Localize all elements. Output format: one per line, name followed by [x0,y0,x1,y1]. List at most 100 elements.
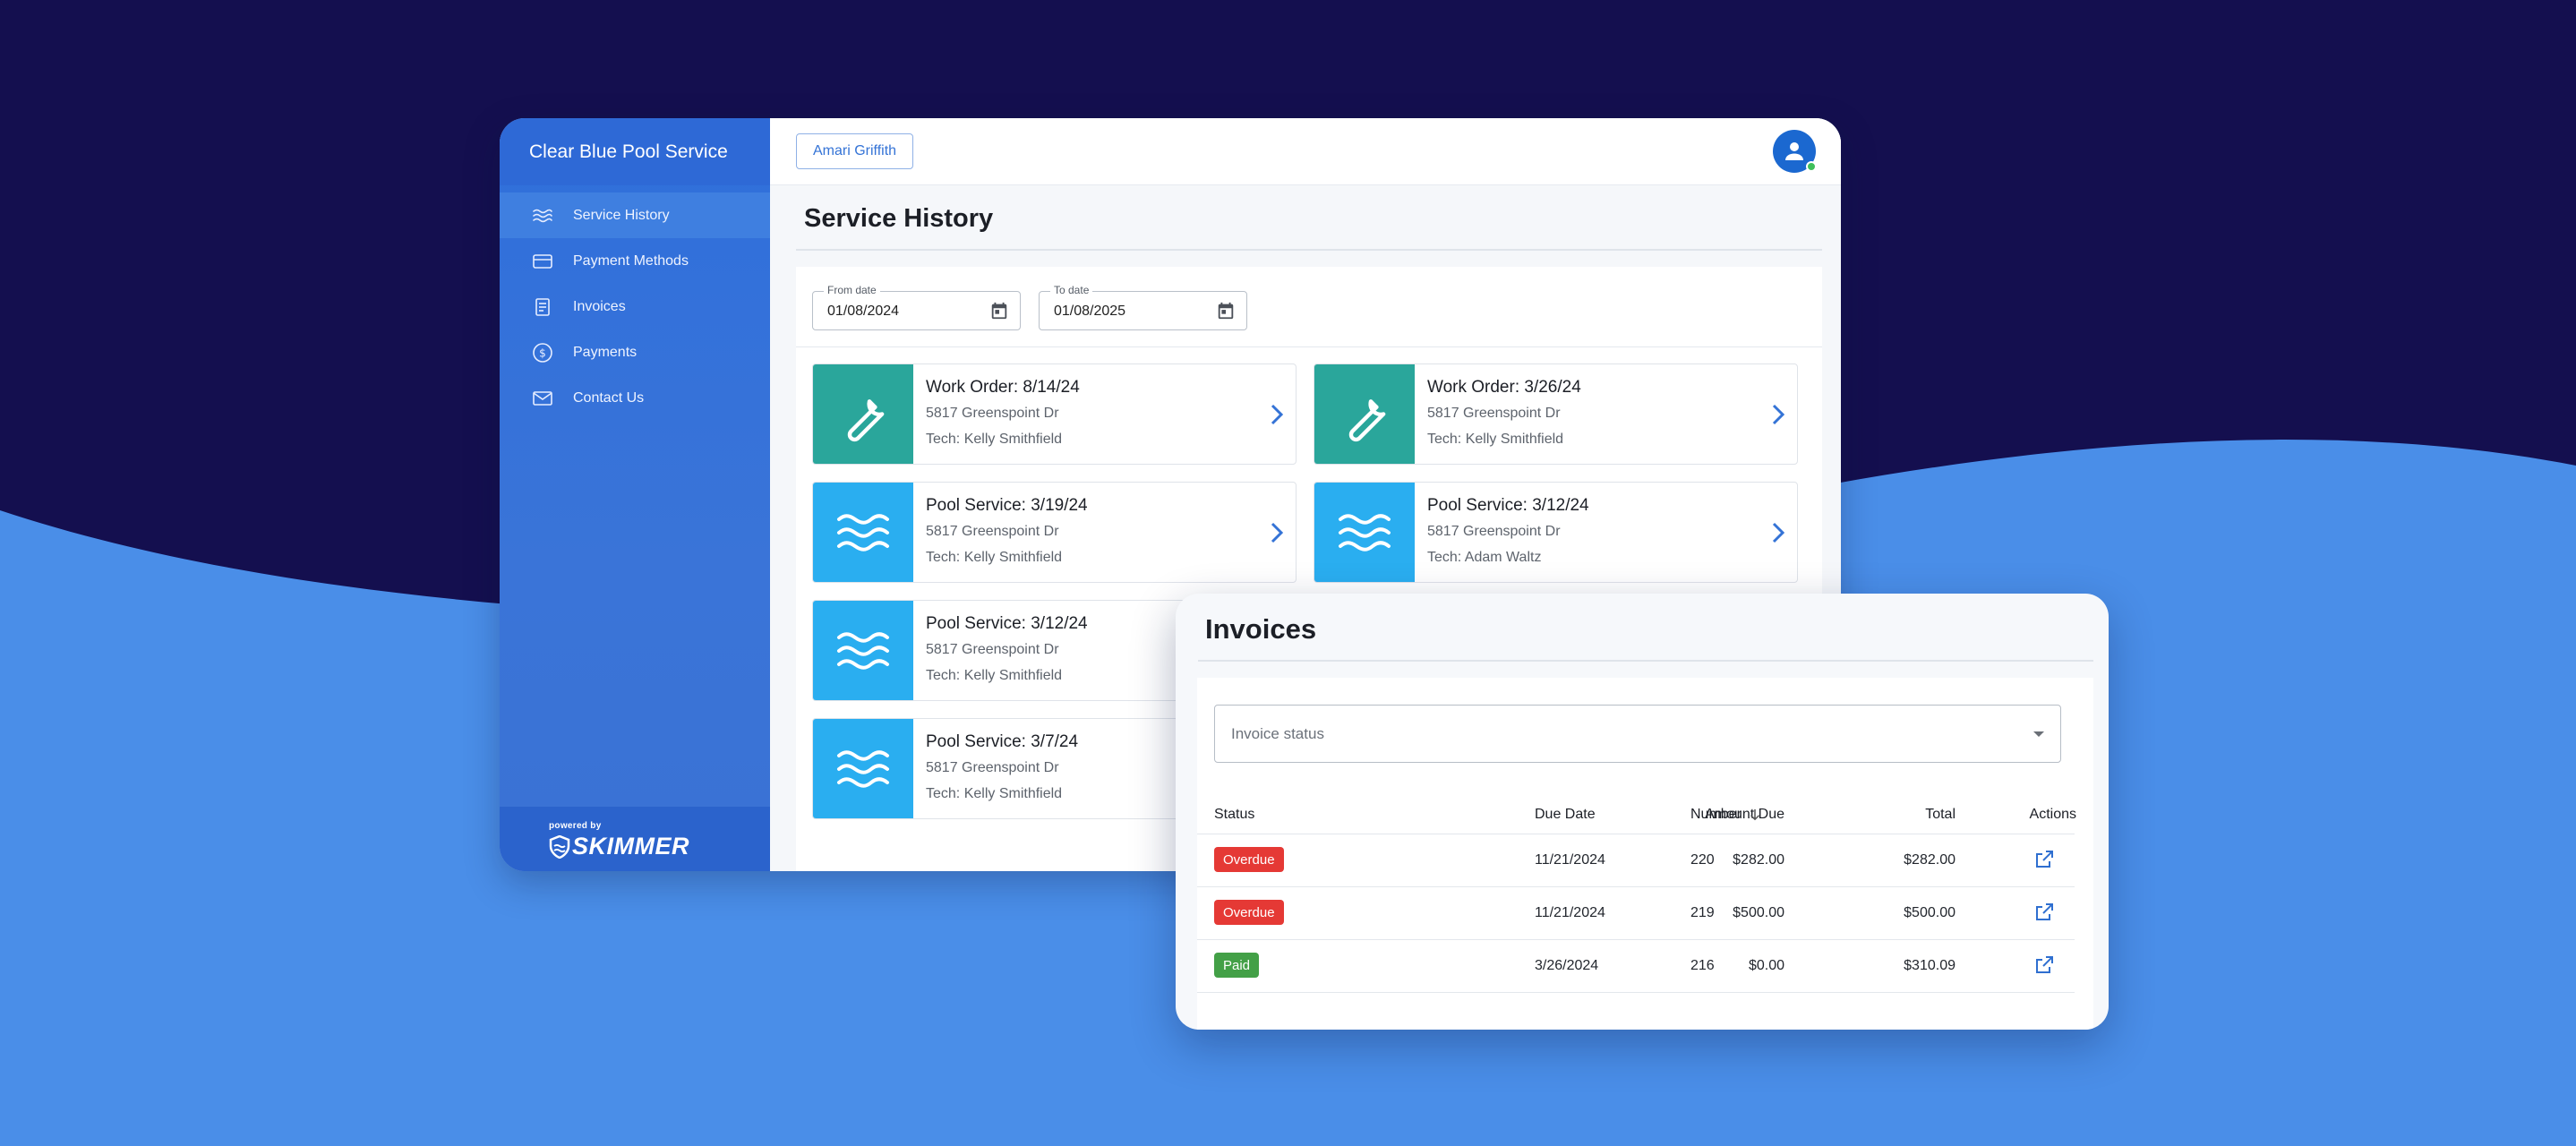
sidebar-item-service-history[interactable]: Service History [500,192,770,238]
column-header-total[interactable]: Total [1925,807,1956,823]
card-tech: Tech: Kelly Smithfield [926,786,1062,802]
sidebar: Clear Blue Pool Service Service History … [500,118,770,871]
row-divider [1197,939,2075,940]
service-card[interactable]: Work Order: 8/14/24 5817 Greenspoint Dr … [812,363,1297,465]
sidebar-item-label: Service History [573,208,670,224]
svg-text:$: $ [539,346,546,359]
invoices-table-container: Invoice status Status Amount Due Due Dat… [1197,678,2093,1030]
sidebar-item-payment-methods[interactable]: Payment Methods [500,238,770,284]
document-icon [532,296,553,318]
waves-icon [813,719,913,818]
wrench-icon [813,364,913,464]
sidebar-nav: Service History Payment Methods Invoices… [500,192,770,421]
number-cell: 216 [1690,958,1715,974]
total-cell: $500.00 [1904,905,1956,921]
number-cell: 220 [1690,852,1715,868]
open-in-new-icon[interactable] [2033,954,2055,976]
to-date-field[interactable]: To date 01/08/2025 [1039,291,1247,330]
waves-icon [813,483,913,582]
card-tech: Tech: Kelly Smithfield [1427,432,1563,448]
wrench-icon [1314,364,1415,464]
card-address: 5817 Greenspoint Dr [926,760,1059,776]
card-address: 5817 Greenspoint Dr [926,406,1059,422]
sidebar-item-payments[interactable]: $ Payments [500,329,770,375]
from-date-label: From date [824,284,880,296]
invoices-panel: Invoices Invoice status Status Amount Du… [1176,594,2109,1030]
waves-icon [1314,483,1415,582]
customer-name-button[interactable]: Amari Griffith [796,133,913,169]
calendar-icon[interactable] [1216,301,1236,321]
amount-due-cell: $500.00 [1733,905,1784,921]
card-tech: Tech: Kelly Smithfield [926,668,1062,684]
column-header-status[interactable]: Status [1214,807,1254,823]
caret-down-icon [2033,731,2044,737]
card-address: 5817 Greenspoint Dr [1427,524,1561,540]
card-address: 5817 Greenspoint Dr [926,642,1059,658]
sidebar-item-label: Payments [573,345,637,361]
invoice-status-select[interactable]: Invoice status [1214,705,2061,763]
card-title: Work Order: 3/26/24 [1427,378,1581,398]
amount-due-cell: $0.00 [1749,958,1784,974]
to-date-label: To date [1050,284,1092,296]
due-date-cell: 3/26/2024 [1535,958,1598,974]
status-badge: Paid [1214,953,1259,978]
dollar-circle-icon: $ [532,342,553,363]
card-tech: Tech: Adam Waltz [1427,550,1541,566]
service-card[interactable]: Work Order: 3/26/24 5817 Greenspoint Dr … [1314,363,1798,465]
divider [796,346,1822,347]
shield-icon [549,835,570,859]
sidebar-item-label: Invoices [573,299,626,315]
invoices-title: Invoices [1205,613,1316,646]
card-title: Pool Service: 3/12/24 [1427,496,1589,516]
service-card[interactable]: Pool Service: 3/19/24 5817 Greenspoint D… [812,482,1297,583]
status-badge: Overdue [1214,900,1284,925]
amount-due-cell: $282.00 [1733,852,1784,868]
credit-card-icon [532,251,553,272]
sidebar-item-contact-us[interactable]: Contact Us [500,375,770,421]
card-title: Pool Service: 3/12/24 [926,614,1088,634]
card-tech: Tech: Kelly Smithfield [926,550,1062,566]
from-date-field[interactable]: From date 01/08/2024 [812,291,1021,330]
card-address: 5817 Greenspoint Dr [1427,406,1561,422]
sidebar-item-invoices[interactable]: Invoices [500,284,770,329]
card-title: Pool Service: 3/19/24 [926,496,1088,516]
powered-by-text: powered by [549,821,770,831]
from-date-value: 01/08/2024 [827,304,899,320]
skimmer-logo: SKIMMER [549,833,770,860]
row-divider [1197,886,2075,887]
online-status-dot [1806,161,1817,172]
chevron-right-icon [1770,520,1786,545]
top-bar: Amari Griffith [770,118,1841,185]
card-tech: Tech: Kelly Smithfield [926,432,1062,448]
sidebar-item-label: Contact Us [573,390,644,406]
column-header-number[interactable]: Number [1690,807,1763,823]
calendar-icon[interactable] [989,301,1009,321]
card-address: 5817 Greenspoint Dr [926,524,1059,540]
arrow-down-icon [1747,807,1763,823]
powered-by-footer: powered by SKIMMER [500,807,770,871]
column-header-number-label: Number [1690,807,1742,823]
row-divider [1197,992,2075,993]
waves-icon [532,205,553,227]
divider [1198,660,2093,662]
divider [796,249,1822,251]
card-title: Work Order: 8/14/24 [926,378,1080,398]
sidebar-item-label: Payment Methods [573,253,689,269]
page-title: Service History [804,204,993,234]
chevron-right-icon [1269,520,1285,545]
open-in-new-icon[interactable] [2033,902,2055,923]
invoice-status-placeholder: Invoice status [1231,725,1324,743]
total-cell: $310.09 [1904,958,1956,974]
mail-icon [532,388,553,409]
status-badge: Overdue [1214,847,1284,872]
brand-name: Clear Blue Pool Service [500,118,770,185]
skimmer-wordmark: SKIMMER [572,833,689,860]
to-date-value: 01/08/2025 [1054,304,1125,320]
open-in-new-icon[interactable] [2033,849,2055,870]
account-circle-icon[interactable] [1773,130,1816,173]
number-cell: 219 [1690,905,1715,921]
column-header-actions: Actions [2030,807,2076,823]
total-cell: $282.00 [1904,852,1956,868]
column-header-due-date[interactable]: Due Date [1535,807,1596,823]
service-card[interactable]: Pool Service: 3/12/24 5817 Greenspoint D… [1314,482,1798,583]
